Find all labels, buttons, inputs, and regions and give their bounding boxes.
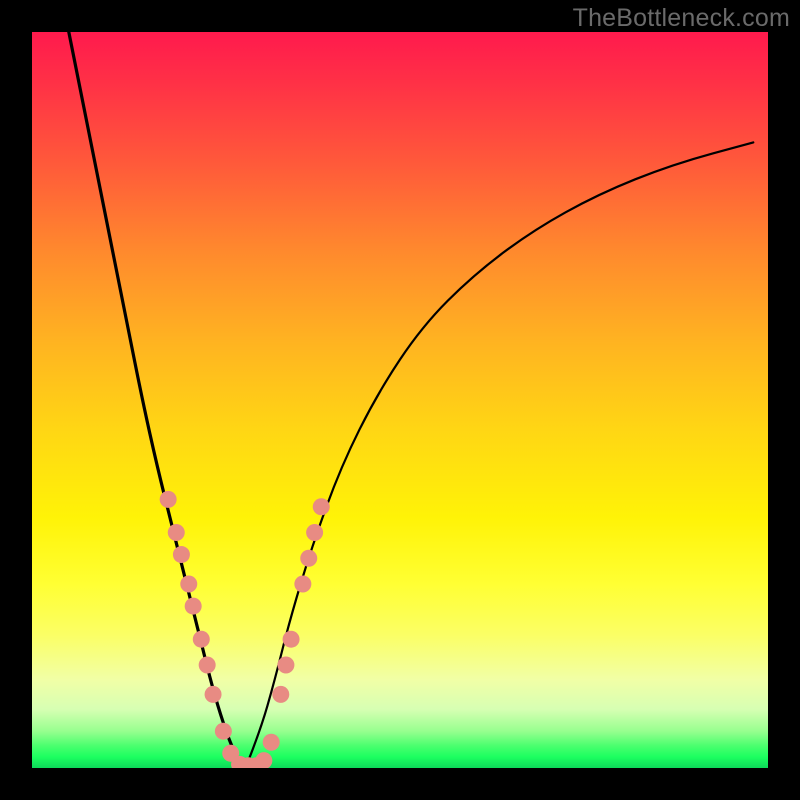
chart-svg bbox=[32, 32, 768, 768]
marker-point bbox=[185, 598, 202, 615]
marker-point bbox=[300, 550, 317, 567]
marker-point bbox=[306, 524, 323, 541]
marker-point bbox=[294, 576, 311, 593]
chart-frame: TheBottleneck.com bbox=[0, 0, 800, 800]
marker-point bbox=[277, 656, 294, 673]
marker-point bbox=[283, 631, 300, 648]
marker-point bbox=[199, 656, 216, 673]
marker-point bbox=[168, 524, 185, 541]
watermark-text: TheBottleneck.com bbox=[573, 4, 790, 33]
bottleneck-curve bbox=[69, 32, 753, 768]
marker-point bbox=[180, 576, 197, 593]
marker-point bbox=[272, 686, 289, 703]
curve-right_branch bbox=[245, 142, 753, 768]
marker-point bbox=[263, 734, 280, 751]
marker-point bbox=[160, 491, 177, 508]
marker-point bbox=[173, 546, 190, 563]
marker-point bbox=[193, 631, 210, 648]
marker-point bbox=[255, 752, 272, 768]
curve-left_branch bbox=[69, 32, 246, 768]
marker-point bbox=[215, 723, 232, 740]
chart-plot-area bbox=[32, 32, 768, 768]
marker-point bbox=[313, 498, 330, 515]
data-markers bbox=[160, 491, 330, 768]
marker-point bbox=[205, 686, 222, 703]
